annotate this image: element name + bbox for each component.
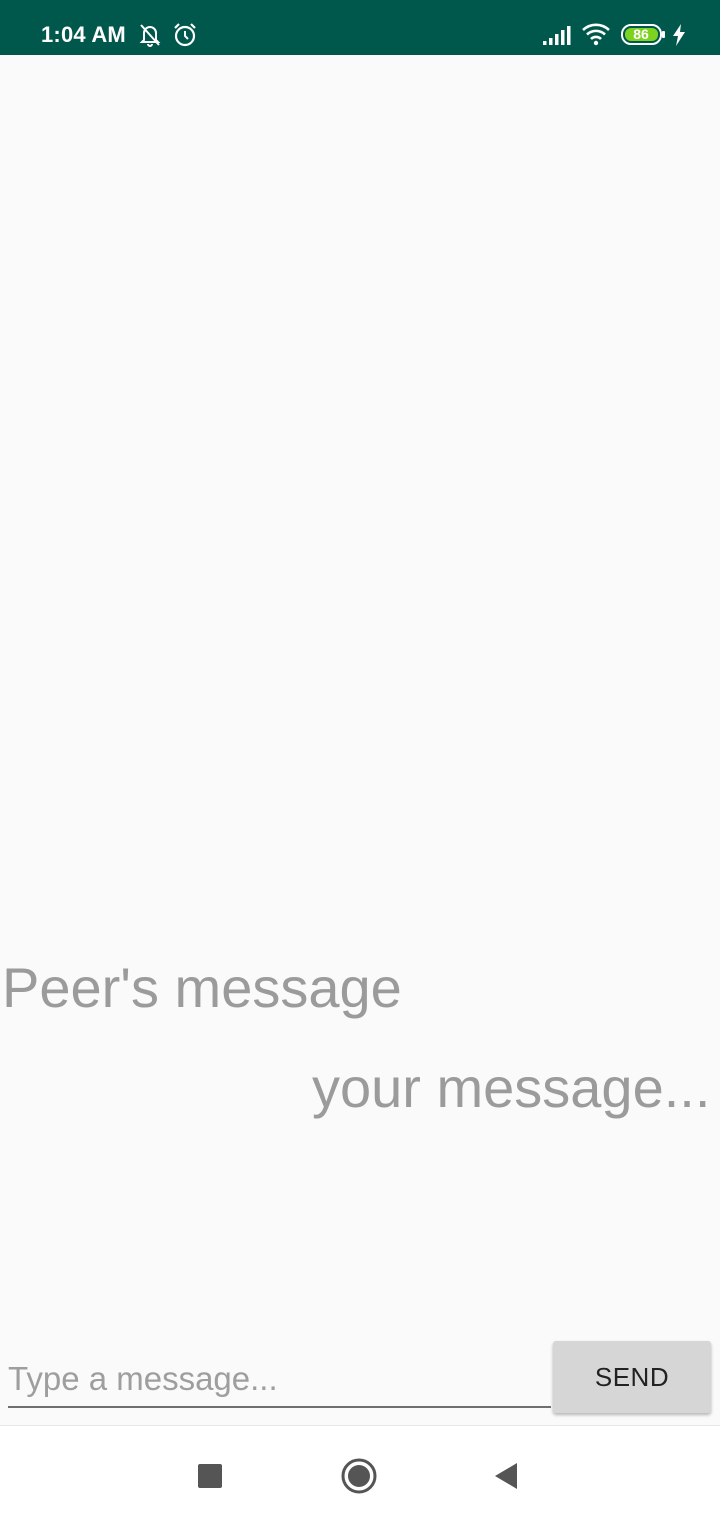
status-time: 1:04 AM bbox=[41, 22, 126, 47]
message-input[interactable] bbox=[8, 1352, 551, 1408]
recents-button[interactable] bbox=[180, 1446, 240, 1506]
my-message: your message... bbox=[312, 1056, 711, 1119]
charging-icon bbox=[672, 24, 686, 51]
recents-icon bbox=[198, 1464, 222, 1488]
mute-icon bbox=[138, 22, 162, 53]
peer-message: Peer's message bbox=[2, 956, 402, 1019]
back-button[interactable] bbox=[476, 1446, 536, 1506]
send-button[interactable]: SEND bbox=[553, 1341, 711, 1413]
battery-icon: 86 bbox=[621, 24, 665, 45]
status-bar: 1:04 AM 86 bbox=[0, 0, 720, 55]
navigation-bar bbox=[0, 1425, 720, 1521]
signal-icon bbox=[542, 24, 572, 51]
alarm-icon bbox=[172, 22, 198, 53]
wifi-icon bbox=[581, 22, 611, 51]
home-button[interactable] bbox=[329, 1446, 389, 1506]
home-icon bbox=[341, 1458, 377, 1494]
battery-level: 86 bbox=[633, 26, 649, 42]
back-icon bbox=[495, 1463, 517, 1489]
